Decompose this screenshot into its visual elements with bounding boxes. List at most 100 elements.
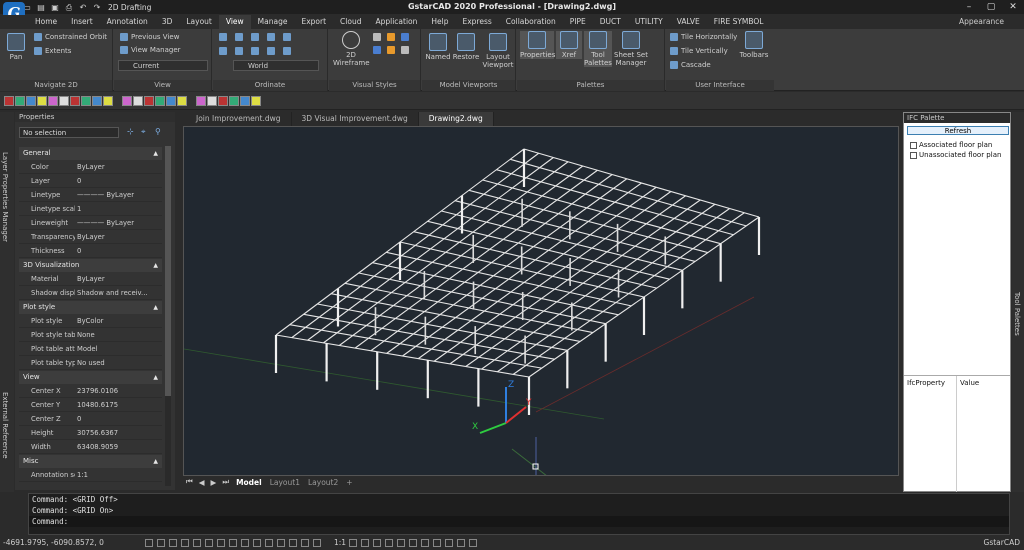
toggle-pickadd-icon[interactable]: ⊹ [127,127,137,137]
property-value[interactable]: None [75,328,162,341]
sheet-set-button[interactable]: Sheet Set Manager [614,31,648,67]
toolbar-tool-icon[interactable] [92,96,102,106]
status-toggle-icon[interactable] [301,539,309,547]
toolbar-tool-icon[interactable] [218,96,228,106]
toolbars-button[interactable]: Toolbars [738,31,770,59]
toolbar-tool-icon[interactable] [70,96,80,106]
layout-viewport-button[interactable]: Layout Viewport [482,33,514,69]
toolbar-tool-icon[interactable] [103,96,113,106]
property-row[interactable]: Plot table attac...Model [19,342,162,356]
layout-tab[interactable]: Layout2 [304,478,342,487]
document-tab[interactable]: Drawing2.dwg [418,112,494,126]
layout-nav-icon[interactable]: ⏭ [219,477,232,487]
view-dropdown[interactable]: Current [118,60,208,71]
refresh-button[interactable]: Refresh [907,126,1009,135]
2d-wireframe-button[interactable]: 2D Wireframe [333,31,370,67]
document-tab[interactable]: 3D Visual Improvement.dwg [292,112,419,126]
menu-tab-annotation[interactable]: Annotation [100,15,155,29]
toolbar-tool-icon[interactable] [15,96,25,106]
status-toggle-icon[interactable] [277,539,285,547]
menu-tab-insert[interactable]: Insert [64,15,100,29]
status-toggle-icon[interactable] [397,539,405,547]
section-header[interactable]: Plot style [19,301,162,314]
toolbar-tool-icon[interactable] [26,96,36,106]
property-value[interactable]: ———— ByLayer [75,188,162,201]
tile-horizontally-button[interactable]: Tile Horizontally [670,33,737,41]
select-objects-icon[interactable]: ⌖ [141,127,151,137]
toolbar-tool-icon[interactable] [240,96,250,106]
status-toggle-icon[interactable] [217,539,225,547]
property-row[interactable]: Color ByLayer [19,160,162,174]
layout-tab[interactable]: Layout1 [266,478,304,487]
status-toggle-icon[interactable] [445,539,453,547]
property-row[interactable]: Layer 0 [19,174,162,188]
status-toggle-icon[interactable] [313,539,321,547]
property-value[interactable]: 23796.0106 [75,384,162,397]
tool-palettes-tab[interactable]: Tool Palettes [1013,292,1021,336]
property-value[interactable]: 63408.9059 [75,440,162,453]
toolbar-tool-icon[interactable] [122,96,132,106]
appearance-menu[interactable]: Appearance [959,17,1004,26]
toolbar-tool-icon[interactable] [155,96,165,106]
status-toggle-icon[interactable] [289,539,297,547]
document-tab[interactable]: Join Improvement.dwg [186,112,292,126]
property-row[interactable]: Center X 23796.0106 [19,384,162,398]
status-toggle-icon[interactable] [385,539,393,547]
layout-nav-icon[interactable]: ▶ [208,478,220,487]
property-value[interactable]: ByLayer [75,230,162,243]
annotation-scale[interactable]: 1:1 [334,536,346,550]
properties-button[interactable]: Properties [520,31,555,59]
toolbar-tool-icon[interactable] [166,96,176,106]
visual-style-icons[interactable] [373,33,409,41]
section-header[interactable]: 3D Visualization [19,259,162,272]
menu-tab-help[interactable]: Help [424,15,455,29]
section-header[interactable]: View [19,371,162,384]
status-toggle-icon[interactable] [265,539,273,547]
layout-tab[interactable]: + [342,478,356,487]
property-value[interactable]: 30756.6367 [75,426,162,439]
status-toggle-icon[interactable] [409,539,417,547]
property-row[interactable]: Width 63408.9059 [19,440,162,454]
menu-tab-home[interactable]: Home [28,15,64,29]
property-row[interactable]: Plot style ByColor [19,314,162,328]
status-toggle-icon[interactable] [349,539,357,547]
toolbar-tool-icon[interactable] [229,96,239,106]
unassociated-floor-plan-item[interactable]: Unassociated floor plan [910,151,1001,159]
status-toggle-icon[interactable] [169,539,177,547]
scroll-thumb[interactable] [165,146,171,396]
command-line[interactable]: Command: <GRID Off> Command: <GRID On> C… [28,493,1010,535]
xref-button[interactable]: Xref [556,31,582,59]
property-value[interactable]: 0 [75,244,162,257]
status-toggle-icon[interactable] [193,539,201,547]
named-viewports-button[interactable]: Named [425,33,451,61]
status-toggle-icon[interactable] [433,539,441,547]
view-manager-button[interactable]: View Manager [120,46,181,54]
ucs-dropdown[interactable]: World [233,60,319,71]
associated-floor-plan-item[interactable]: Associated floor plan [910,141,992,149]
menu-tab-layout[interactable]: Layout [179,15,219,29]
visual-style-icons-2[interactable] [373,46,409,54]
close-icon[interactable]: ✕ [1002,0,1024,14]
status-toggle-icon[interactable] [145,539,153,547]
property-value[interactable]: 10480.6175 [75,398,162,411]
property-row[interactable]: Plot table typeNo used [19,356,162,370]
property-row[interactable]: Plot style tableNone [19,328,162,342]
layout-nav-icon[interactable]: ◀ [196,478,208,487]
toolbar-tool-icon[interactable] [81,96,91,106]
property-value[interactable]: ———— ByLayer [75,216,162,229]
layout-nav-icon[interactable]: ⏮ [183,477,196,487]
menu-tab-view[interactable]: View [218,15,251,29]
toolbar-tool-icon[interactable] [251,96,261,106]
selection-dropdown[interactable]: No selection [19,127,119,138]
status-toggle-icon[interactable] [157,539,165,547]
status-toggle-icon[interactable] [361,539,369,547]
status-toggle-icon[interactable] [229,539,237,547]
property-value[interactable]: Shadow and receiv... [75,286,162,299]
layout-tab[interactable]: Model [232,478,266,487]
previous-view-button[interactable]: Previous View [120,33,179,41]
property-value[interactable]: ByLayer [75,272,162,285]
toolbar-tool-icon[interactable] [177,96,187,106]
menu-tab-utility[interactable]: UTILITY [628,15,670,29]
menu-tab-pipe[interactable]: PIPE [563,15,593,29]
status-toggle-icon[interactable] [241,539,249,547]
